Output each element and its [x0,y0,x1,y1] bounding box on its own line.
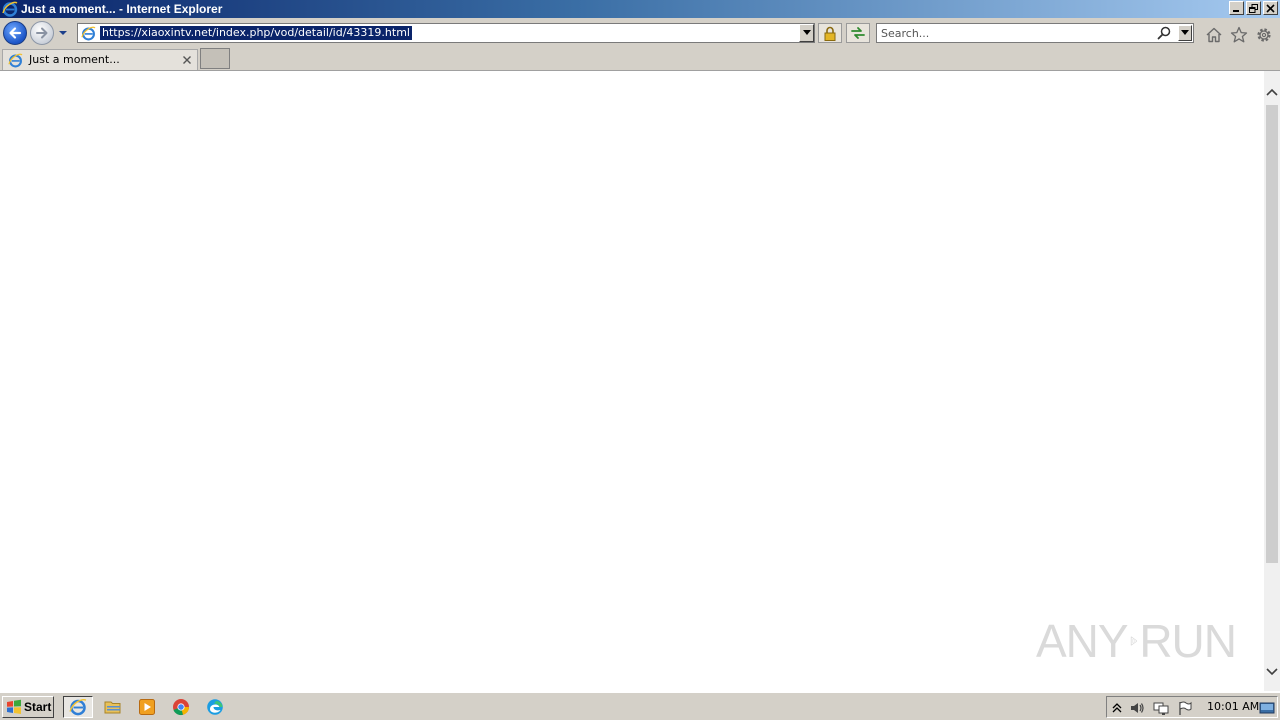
watermark-text-right: RUN [1139,615,1237,667]
minimize-button[interactable] [1229,1,1244,15]
title-bar: Just a moment... - Internet Explorer [0,0,1280,18]
system-tray: 10:01 AM [1106,696,1278,718]
scroll-down-icon[interactable] [1264,663,1280,679]
chevron-down-icon [802,30,811,35]
taskbar-file-explorer[interactable] [98,696,128,718]
windows-logo-icon [7,699,21,714]
security-lock-button[interactable] [818,23,842,43]
edge-icon [207,699,223,715]
close-icon [1266,3,1275,13]
show-hidden-icons-icon[interactable] [1109,700,1125,716]
start-button[interactable]: Start [2,696,54,718]
vertical-scrollbar[interactable] [1264,71,1280,691]
refresh-button[interactable] [846,23,870,43]
scroll-up-icon[interactable] [1264,85,1280,101]
lock-icon [824,26,836,41]
watermark-text-left: ANY [1036,615,1129,667]
refresh-icon [851,27,865,39]
close-button[interactable] [1263,1,1278,15]
chevron-down-icon [1181,30,1189,35]
taskbar-chrome[interactable] [166,696,196,718]
tab-active[interactable]: Just a moment... [2,49,198,70]
taskbar-media-player[interactable] [132,696,162,718]
forward-arrow-icon [36,27,48,39]
tab-label: Just a moment... [29,53,120,66]
url-input[interactable]: https://xiaoxintv.net/index.php/vod/deta… [100,26,412,40]
scrollbar-thumb[interactable] [1266,105,1278,563]
star-icon[interactable] [1230,26,1248,44]
clock: 10:01 AM [1207,700,1260,713]
restore-icon [1249,3,1258,13]
new-tab-button[interactable] [200,48,230,69]
restore-button[interactable] [1246,1,1261,15]
search-input[interactable] [881,25,1151,41]
folder-icon [104,701,121,714]
forward-button[interactable] [30,21,54,45]
taskbar-internet-explorer[interactable] [63,696,93,718]
play-logo-icon [1130,636,1138,646]
navigation-bar: https://xiaoxintv.net/index.php/vod/deta… [0,18,1280,47]
home-icon[interactable] [1205,26,1223,44]
close-tab-icon[interactable] [182,55,192,65]
start-label: Start [24,700,52,714]
ie-icon [2,1,18,17]
address-bar[interactable]: https://xiaoxintv.net/index.php/vod/deta… [77,23,815,43]
history-dropdown-icon[interactable] [58,28,68,38]
window-controls [1229,1,1278,15]
action-center-flag-icon[interactable] [1177,700,1193,716]
magnifier-icon[interactable] [1157,26,1171,40]
anyrun-watermark: ANY RUN [1036,606,1237,676]
gear-icon[interactable] [1255,26,1273,44]
show-desktop-icon[interactable] [1259,700,1275,716]
volume-icon[interactable] [1129,700,1145,716]
chrome-icon [173,699,190,716]
address-dropdown-button[interactable] [799,24,814,42]
page-favicon-icon [81,26,96,41]
window-title: Just a moment... - Internet Explorer [21,2,223,16]
taskbar: Start 10:01 AM [0,692,1280,720]
search-box[interactable] [876,23,1194,43]
back-button[interactable] [3,21,27,45]
back-arrow-icon [9,27,22,39]
taskbar-edge[interactable] [200,696,230,718]
network-icon[interactable] [1153,700,1169,716]
minimize-icon [1233,9,1239,12]
page-favicon-icon [8,53,23,68]
ie-icon [69,698,87,716]
search-dropdown-button[interactable] [1178,25,1192,41]
tab-bar: Just a moment... [0,47,1280,71]
page-content[interactable] [0,71,1264,691]
media-player-icon [139,699,155,715]
